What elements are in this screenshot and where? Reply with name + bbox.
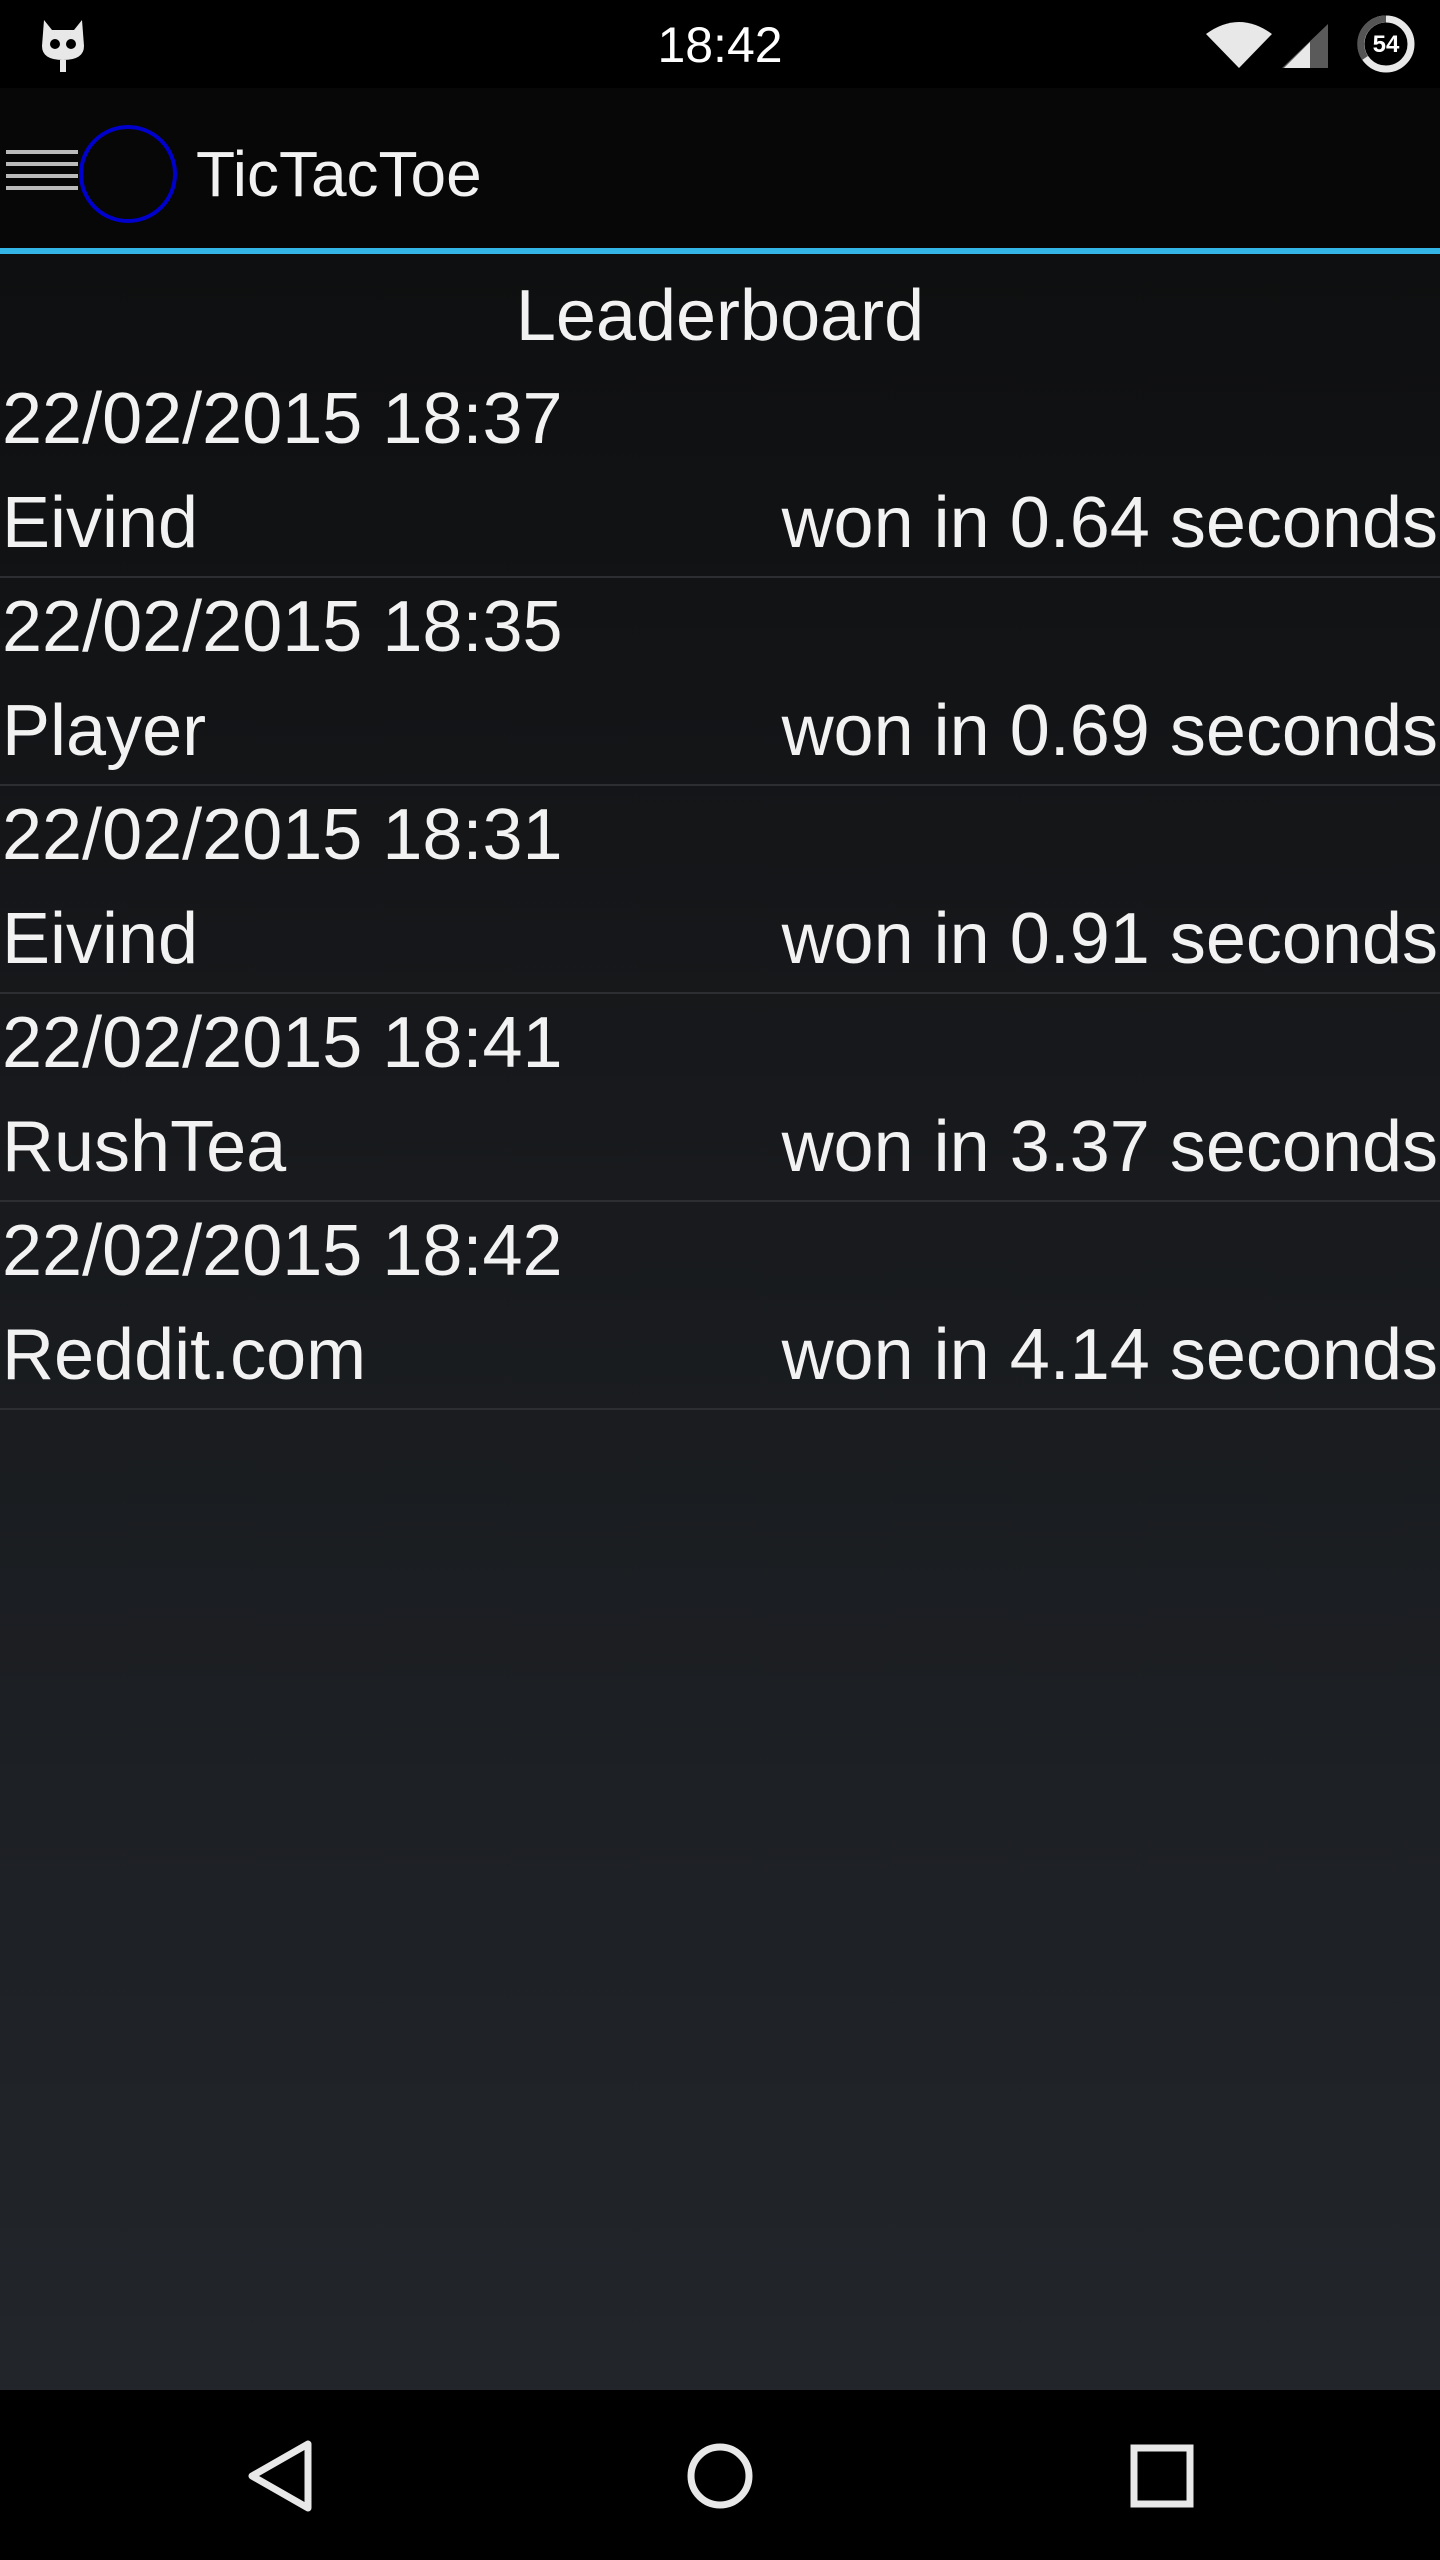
recents-icon[interactable] <box>1126 2440 1198 2512</box>
entry-result: won in 0.91 seconds <box>781 899 1438 979</box>
list-item[interactable]: 22/02/2015 18:41 RushTea won in 3.37 sec… <box>0 994 1440 1202</box>
drawer-menu-icon[interactable] <box>6 148 78 194</box>
entry-result: won in 4.14 seconds <box>781 1315 1438 1395</box>
entry-result: won in 0.69 seconds <box>781 691 1438 771</box>
leaderboard-content: Leaderboard 22/02/2015 18:37 Eivind won … <box>0 254 1440 2390</box>
status-bar: 18:42 54 <box>0 0 1440 88</box>
entry-player: Reddit.com <box>2 1315 367 1395</box>
home-icon[interactable] <box>684 2440 756 2512</box>
battery-level: 54 <box>1372 31 1400 58</box>
entry-player: Player <box>2 691 207 771</box>
entry-date: 22/02/2015 18:37 <box>2 379 563 459</box>
entry-player: RushTea <box>2 1107 287 1187</box>
action-bar: TicTacToe <box>0 88 1440 254</box>
entry-date: 22/02/2015 18:31 <box>2 795 563 875</box>
entry-date: 22/02/2015 18:35 <box>2 587 563 667</box>
list-item[interactable]: 22/02/2015 18:42 Reddit.com won in 4.14 … <box>0 1202 1440 1410</box>
signal-icon <box>1282 24 1328 68</box>
entry-player: Eivind <box>2 899 199 979</box>
list-item[interactable]: 22/02/2015 18:35 Player won in 0.69 seco… <box>0 578 1440 786</box>
entry-date: 22/02/2015 18:41 <box>2 1003 563 1083</box>
app-circle-icon[interactable] <box>76 122 180 226</box>
entry-player: Eivind <box>2 483 199 563</box>
navigation-bar <box>0 2390 1440 2560</box>
entry-date: 22/02/2015 18:42 <box>2 1211 563 1291</box>
screen: 18:42 54 TicTacToe Leaderboard 22/02/201… <box>0 0 1440 2560</box>
list-item[interactable]: 22/02/2015 18:31 Eivind won in 0.91 seco… <box>0 786 1440 994</box>
back-icon[interactable] <box>244 2438 316 2514</box>
entry-result: won in 0.64 seconds <box>781 483 1438 563</box>
wifi-icon <box>1206 22 1272 68</box>
app-title: TicTacToe <box>196 138 482 210</box>
leaderboard-heading: Leaderboard <box>515 276 925 356</box>
list-item[interactable]: 22/02/2015 18:37 Eivind won in 0.64 seco… <box>0 370 1440 578</box>
leaderboard-list[interactable]: 22/02/2015 18:37 Eivind won in 0.64 seco… <box>0 370 1440 1410</box>
entry-result: won in 3.37 seconds <box>781 1107 1438 1187</box>
